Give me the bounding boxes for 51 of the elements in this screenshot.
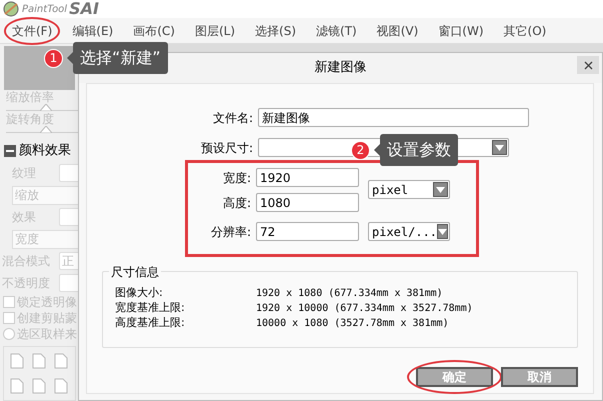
height-field[interactable]: 1080 — [256, 193, 359, 212]
logo-mark: SAI — [69, 1, 99, 17]
dropdown[interactable] — [59, 208, 79, 226]
width-field[interactable]: 1920 — [256, 168, 359, 187]
menu-item[interactable]: 选择(S) — [255, 22, 296, 40]
radio-button[interactable] — [3, 328, 15, 340]
callout-tooltip: 设置参数 — [380, 134, 458, 166]
dropdown[interactable] — [59, 164, 79, 182]
info-value: 1920 x 10000 (677.334mm x 3527.78mm) — [256, 302, 473, 316]
logo-icon — [2, 1, 20, 17]
field-label: 预设尺寸: — [200, 140, 253, 156]
field-label: 分辨率: — [210, 224, 251, 240]
checkbox[interactable] — [3, 312, 15, 324]
info-label: 宽度基准上限: — [115, 300, 186, 316]
checkbox[interactable] — [3, 296, 15, 308]
file-name-field[interactable]: 新建图像 — [258, 108, 529, 127]
document-icon[interactable] — [32, 378, 46, 394]
menu-item[interactable]: 文件(F) — [12, 22, 52, 40]
menu-item[interactable]: 窗口(W) — [438, 22, 484, 40]
info-value: 1920 x 1080 (677.334mm x 381mm) — [256, 287, 443, 301]
document-icon[interactable] — [54, 353, 68, 369]
menu-item[interactable]: 图层(L) — [194, 22, 236, 40]
menu-item[interactable]: 其它(O) — [504, 22, 546, 40]
field-label: 宽度: — [222, 170, 251, 186]
field-label: 高度: — [222, 194, 251, 212]
logo-text: PaintTool — [22, 2, 68, 16]
document-icon[interactable] — [10, 353, 24, 369]
group-title: 尺寸信息 — [109, 263, 161, 281]
menu-item[interactable]: 编辑(E) — [72, 22, 114, 40]
callout-tooltip: 选择“新建” — [73, 42, 168, 74]
slider-thumb[interactable] — [40, 104, 52, 111]
menu-item[interactable]: 视图(V) — [376, 22, 418, 40]
unit-dropdown[interactable]: pixel/... — [368, 222, 450, 241]
document-icon[interactable] — [54, 378, 68, 394]
unit-dropdown[interactable]: pixel — [368, 180, 450, 199]
menu-item[interactable]: 画布(C) — [133, 22, 175, 40]
collapse-icon[interactable] — [4, 145, 16, 157]
close-icon — [584, 60, 592, 70]
section-title: 颜料效果 — [19, 142, 71, 160]
resolution-field[interactable]: 72 — [256, 222, 359, 241]
dialog-title: 新建图像 — [314, 59, 366, 78]
field-label: 文件名: — [212, 110, 253, 126]
document-icon[interactable] — [10, 378, 24, 394]
document-icon[interactable] — [32, 353, 46, 369]
info-label: 图像大小: — [115, 285, 164, 302]
close-button[interactable] — [577, 56, 599, 74]
dropdown[interactable] — [59, 274, 79, 292]
slider-thumb[interactable] — [40, 126, 52, 133]
info-value: 10000 x 1080 (3527.78mm x 381mm) — [256, 317, 449, 331]
menu-item[interactable]: 滤镜(T) — [316, 22, 357, 40]
info-label: 高度基准上限: — [115, 315, 186, 332]
